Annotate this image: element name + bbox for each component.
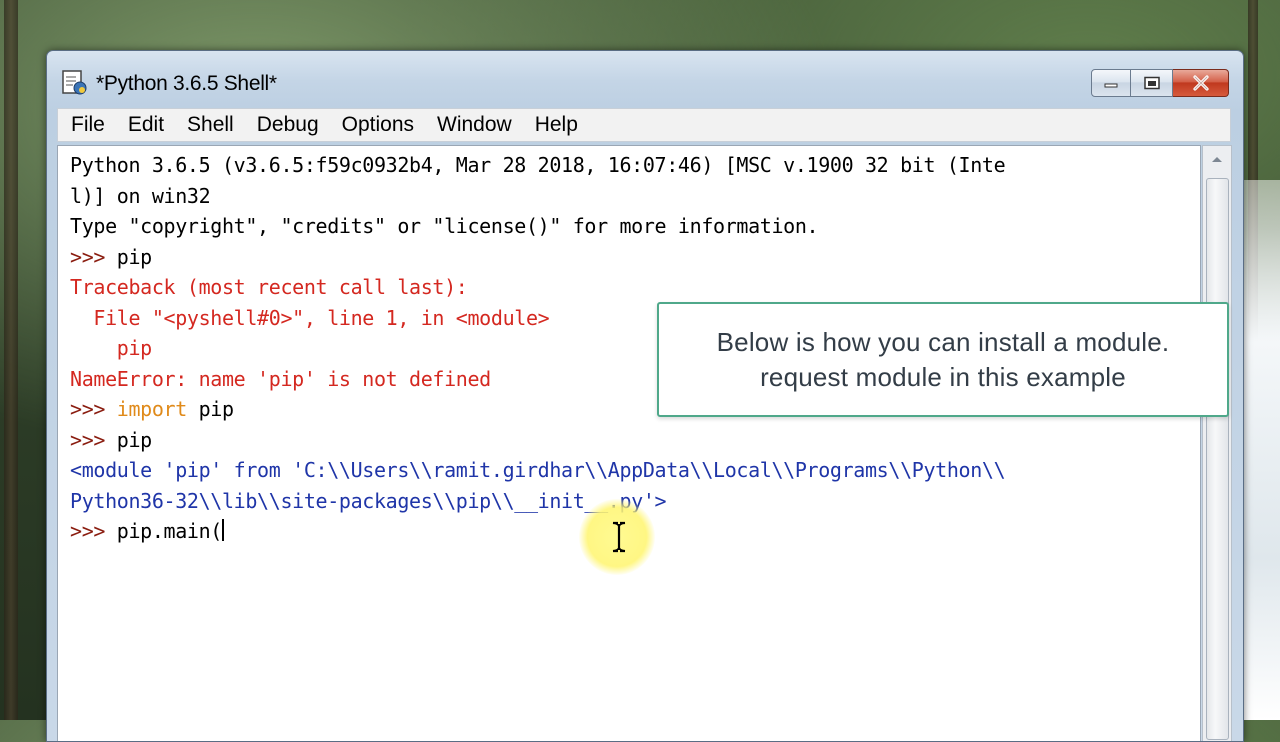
shell-command: pip — [116, 427, 152, 452]
chevron-up-icon — [1212, 157, 1222, 162]
minimize-button[interactable] — [1091, 69, 1131, 97]
banner-line: l)] on win32 — [70, 183, 211, 208]
current-input[interactable]: pip.main( — [117, 519, 223, 543]
close-icon — [1192, 75, 1209, 91]
maximize-icon — [1143, 76, 1160, 90]
shell-prompt: >>> — [70, 244, 117, 269]
window-title: *Python 3.6.5 Shell* — [96, 72, 277, 95]
maximize-button[interactable] — [1131, 69, 1173, 97]
menu-edit[interactable]: Edit — [115, 109, 174, 141]
title-bar[interactable]: *Python 3.6.5 Shell* — [47, 51, 1243, 109]
shell-prompt: >>> — [70, 427, 117, 452]
shell-prompt: >>> — [70, 397, 117, 421]
callout-line: Below is how you can install a module. — [716, 326, 1170, 357]
window-controls — [1091, 69, 1229, 97]
error-line: File "<pyshell#0>", line 1, in <module> — [70, 305, 550, 330]
error-line: Traceback (most recent call last): — [70, 275, 468, 299]
menu-debug[interactable]: Debug — [244, 109, 329, 141]
close-button[interactable] — [1173, 69, 1229, 97]
keyword-import: import — [116, 397, 188, 421]
result-line: <module 'pip' from 'C:\\Users\\ramit.gir… — [70, 458, 1006, 482]
background-tree — [4, 0, 18, 720]
menu-help[interactable]: Help — [522, 109, 588, 141]
error-line: NameError: name 'pip' is not defined — [70, 366, 491, 391]
scroll-thumb[interactable] — [1206, 178, 1229, 740]
shell-prompt: >>> — [70, 519, 117, 543]
menu-file[interactable]: File — [58, 109, 115, 141]
shell-command: pip — [116, 244, 152, 269]
tutorial-callout: Below is how you can install a module. r… — [657, 302, 1229, 417]
banner-line: Type "copyright", "credits" or "license(… — [70, 214, 819, 238]
scroll-up-button[interactable] — [1203, 146, 1231, 172]
minimize-icon — [1104, 83, 1118, 88]
ibeam-cursor-icon — [612, 521, 626, 553]
menu-shell[interactable]: Shell — [174, 109, 244, 141]
banner-line: Python 3.6.5 (v3.6.5:f59c0932b4, Mar 28 … — [70, 153, 1006, 177]
python-idle-icon — [62, 70, 87, 95]
menu-bar: File Edit Shell Debug Options Window Hel… — [57, 108, 1231, 142]
text-caret — [222, 519, 224, 541]
shell-text-area[interactable]: Python 3.6.5 (v3.6.5:f59c0932b4, Mar 28 … — [57, 145, 1201, 741]
error-line: pip — [70, 336, 152, 360]
menu-window[interactable]: Window — [424, 109, 522, 141]
shell-command: pip — [186, 397, 234, 421]
menu-options[interactable]: Options — [329, 109, 424, 141]
callout-line: request module in this example — [760, 361, 1126, 392]
vertical-scrollbar[interactable] — [1202, 145, 1232, 741]
result-line: Python36-32\\lib\\site-packages\\pip\\__… — [70, 488, 667, 513]
